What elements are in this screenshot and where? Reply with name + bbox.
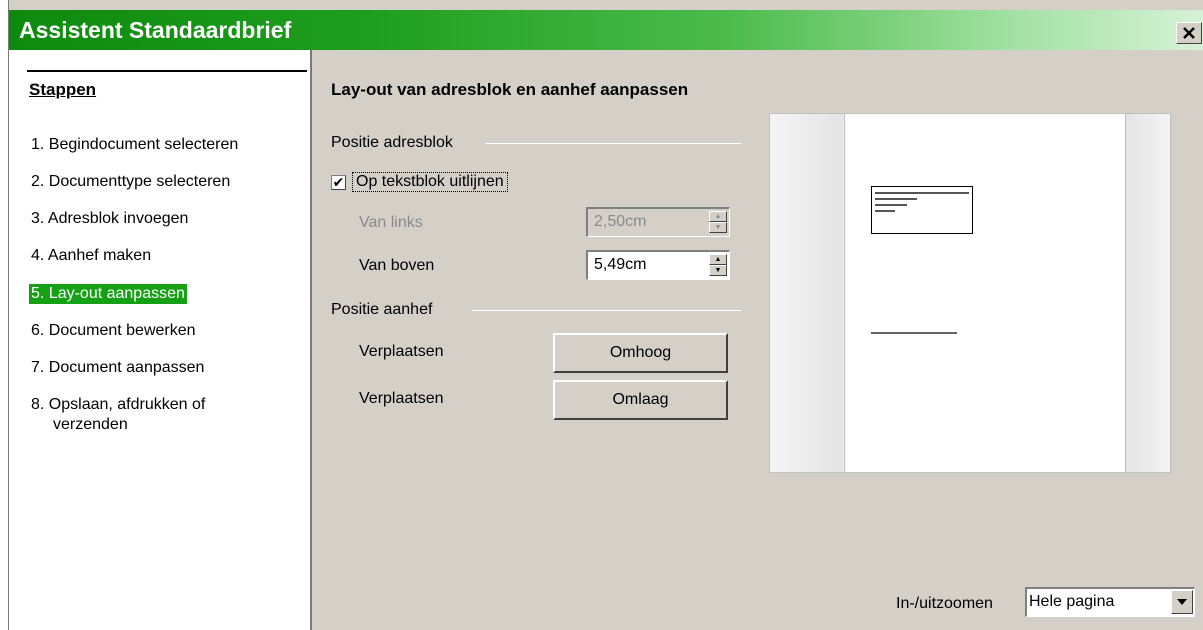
close-button[interactable] <box>1176 22 1202 44</box>
from-top-decrement-icon[interactable]: ▼ <box>709 265 727 276</box>
from-left-spinbox: 2,50cm ▲ ▼ <box>586 207 730 237</box>
step-8-label-line1: 8. Opslaan, afdrukken of <box>31 396 206 413</box>
from-top-value[interactable]: 5,49cm <box>594 256 646 274</box>
step-3-address-block[interactable]: 3. Adresblok invoegen <box>29 209 190 229</box>
zoom-label: In-/uitzoomen <box>896 595 993 612</box>
chevron-down-icon <box>1177 599 1187 605</box>
salutation-group-divider <box>472 310 741 311</box>
zoom-dropdown[interactable]: Hele pagina <box>1025 587 1195 617</box>
step-8-save-print-send[interactable]: 8. Opslaan, afdrukken of verzenden <box>29 395 207 435</box>
move-up-label: Verplaatsen <box>359 343 444 360</box>
address-group-divider <box>485 143 741 144</box>
align-to-text-body-label[interactable]: Op tekstblok uitlijnen <box>352 172 508 192</box>
align-to-text-body-checkbox[interactable]: ✔ <box>331 175 346 190</box>
step-2-document-type[interactable]: 2. Documenttype selecteren <box>29 172 232 192</box>
from-top-spinbox[interactable]: 5,49cm ▲ ▼ <box>586 250 730 280</box>
step-7-personalize-document[interactable]: 7. Document aanpassen <box>29 358 206 378</box>
from-top-increment-icon[interactable]: ▲ <box>709 254 727 265</box>
step-5-layout[interactable]: 5. Lay-out aanpassen <box>29 284 187 304</box>
from-left-increment-icon: ▲ <box>709 211 727 222</box>
step-8-label-line2: verzenden <box>53 416 128 433</box>
from-left-value: 2,50cm <box>594 213 647 230</box>
mail-merge-wizard-dialog: Assistent Standaardbrief Stappen 1. Begi… <box>8 0 1203 630</box>
steps-sidebar: Stappen 1. Begindocument selecteren 2. D… <box>9 50 312 630</box>
title-bar[interactable]: Assistent Standaardbrief <box>9 10 1203 50</box>
from-left-decrement-icon: ▼ <box>709 222 727 233</box>
dropdown-arrow-button[interactable] <box>1171 590 1193 614</box>
salutation-position-group-label: Positie aanhef <box>331 301 433 318</box>
preview-salutation <box>871 332 957 334</box>
steps-heading: Stappen <box>29 80 97 99</box>
close-icon <box>1183 27 1195 39</box>
step-6-edit-document[interactable]: 6. Document bewerken <box>29 321 198 341</box>
preview-address-block <box>871 186 973 234</box>
preview-page-sheet <box>844 114 1126 472</box>
move-up-button[interactable]: Omhoog <box>553 333 728 373</box>
from-top-label: Van boven <box>359 257 435 274</box>
step-1-begin-document[interactable]: 1. Begindocument selecteren <box>29 135 240 155</box>
page-preview <box>769 113 1171 473</box>
sidebar-divider <box>27 70 307 72</box>
step-4-salutation[interactable]: 4. Aanhef maken <box>29 246 153 266</box>
move-down-label: Verplaatsen <box>359 390 444 407</box>
from-left-label: Van links <box>359 214 423 231</box>
address-position-group-label: Positie adresblok <box>331 134 453 151</box>
move-down-button[interactable]: Omlaag <box>553 380 728 420</box>
window-title: Assistent Standaardbrief <box>19 17 292 43</box>
zoom-value: Hele pagina <box>1029 593 1115 610</box>
page-title: Lay-out van adresblok en aanhef aanpasse… <box>331 80 689 99</box>
